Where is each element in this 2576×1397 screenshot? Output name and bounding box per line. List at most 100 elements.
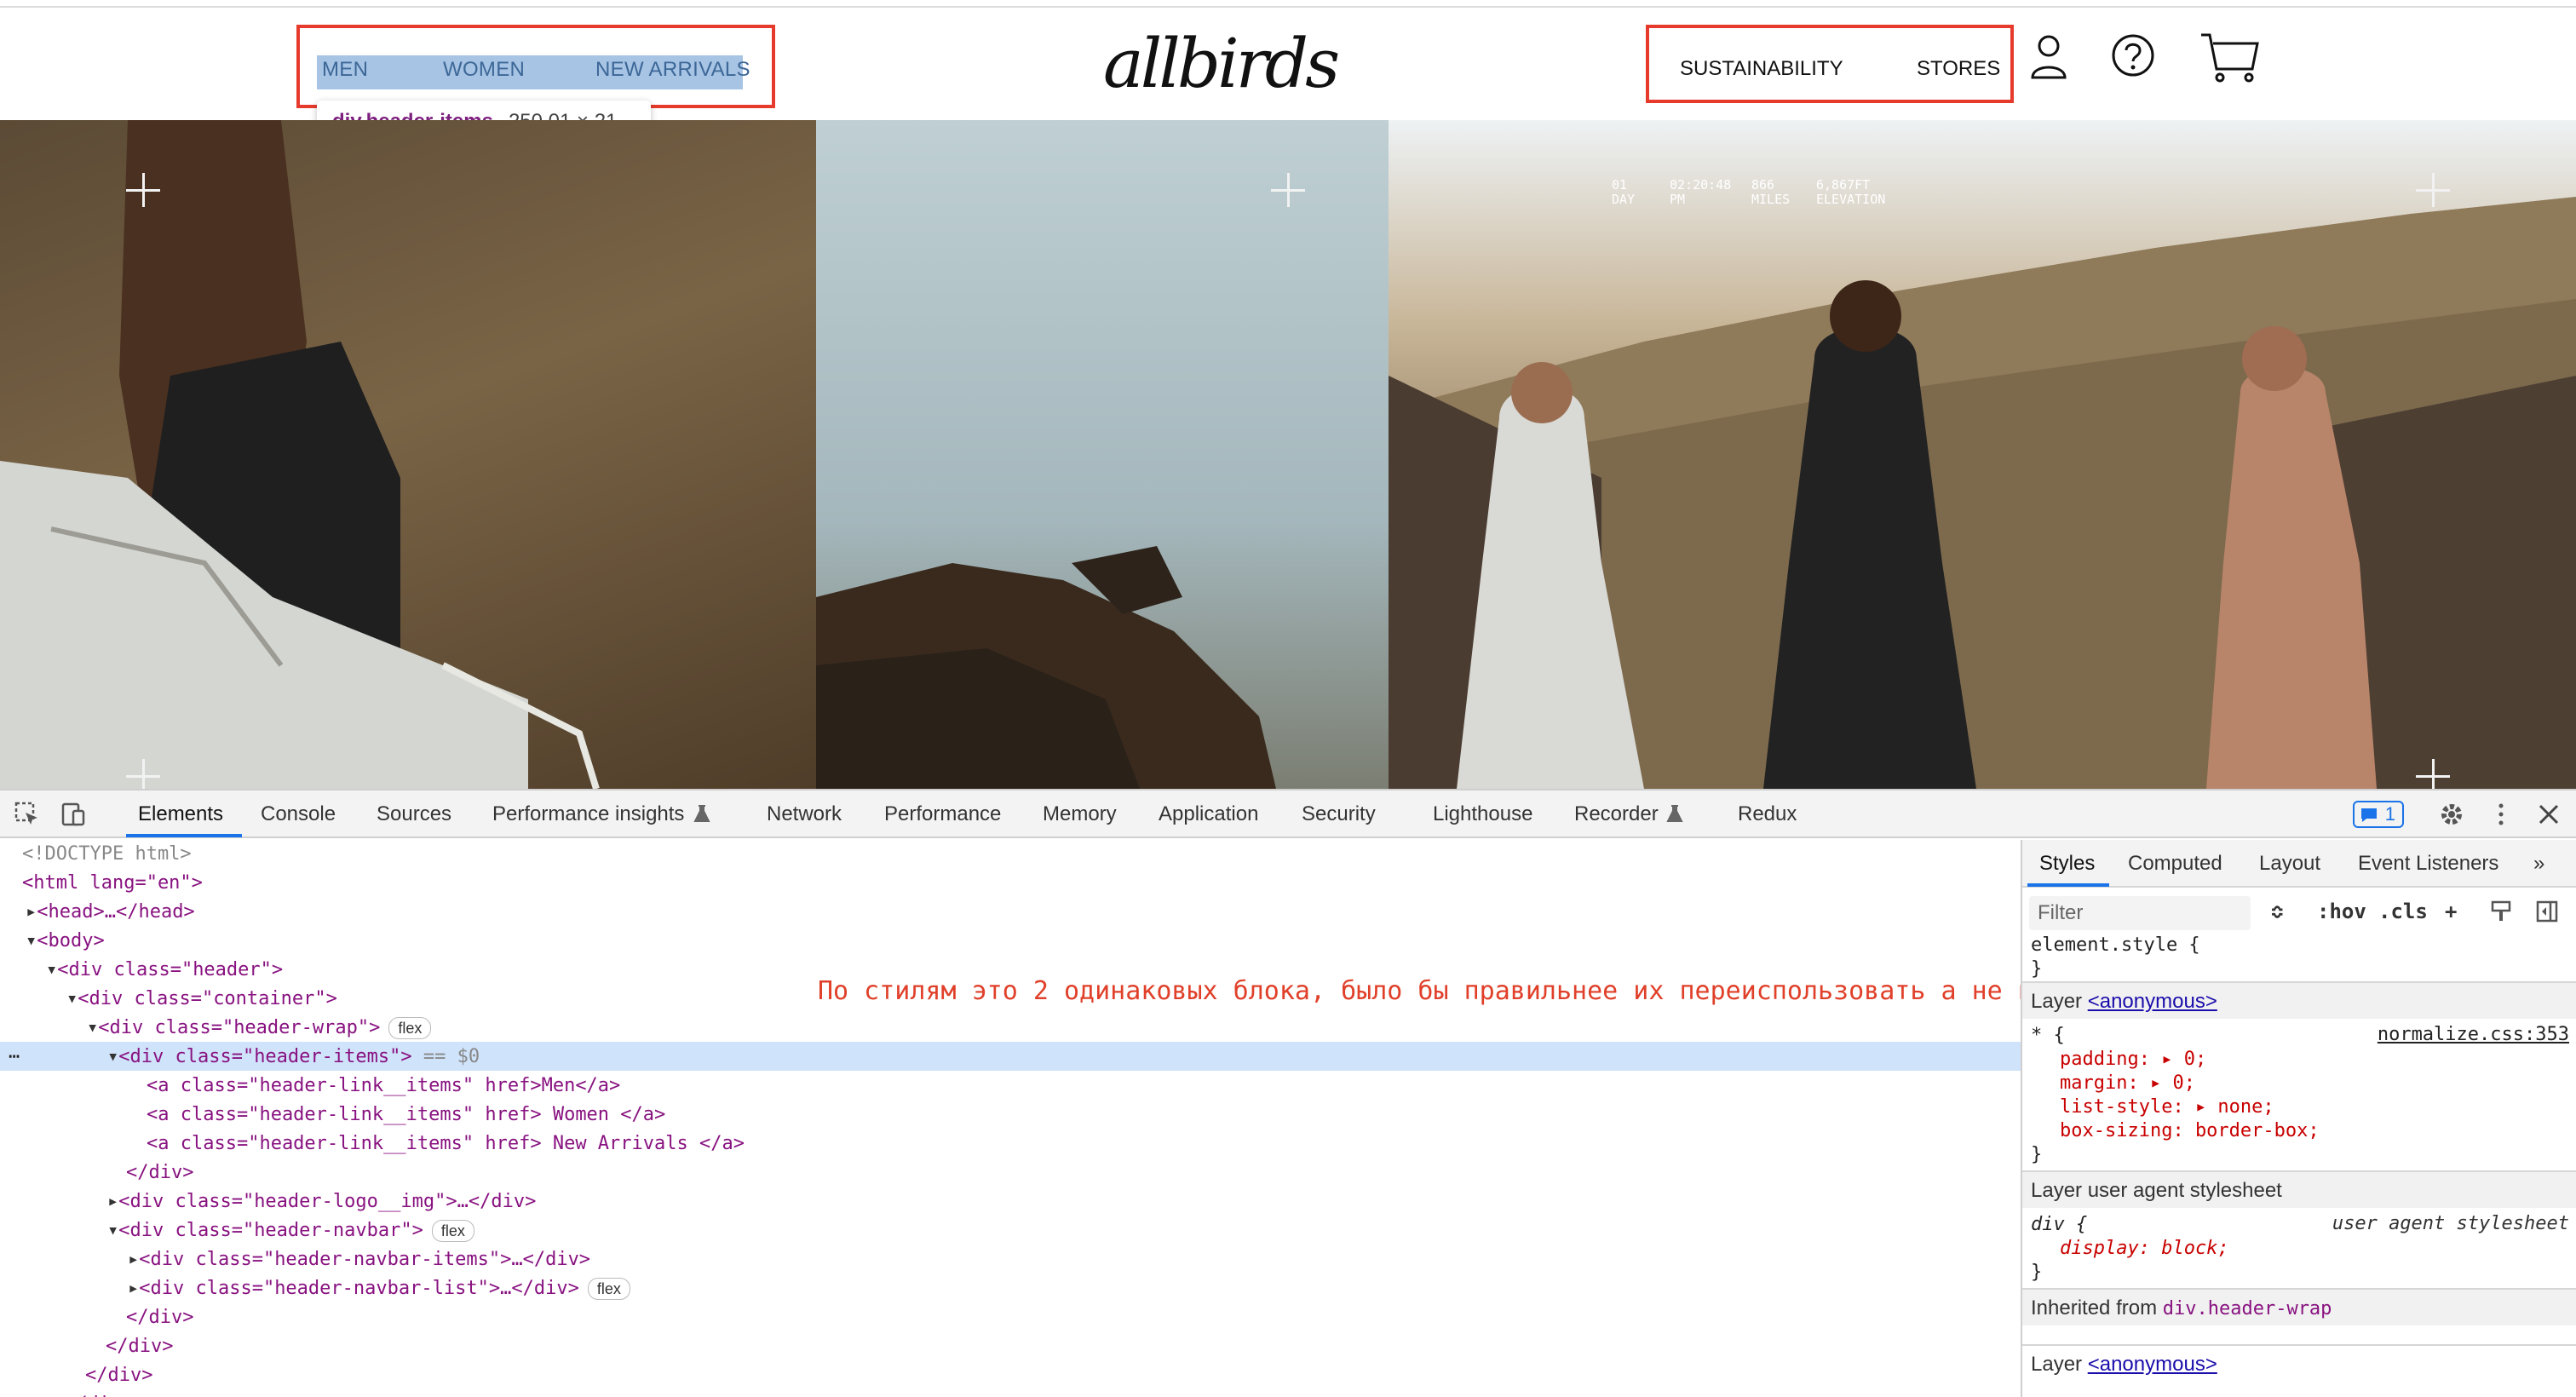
layer-anonymous-link[interactable]: <anonymous> [2088, 990, 2217, 1013]
tab-recorder[interactable]: Recorder [1574, 802, 1659, 826]
dom-row-menu-icon[interactable]: ⋯ [9, 1043, 20, 1072]
flex-badge[interactable]: flex [431, 1220, 474, 1242]
prop-list-style[interactable]: list-style: ▸ none; [2060, 1095, 2274, 1119]
site-logo[interactable]: allbirds [1103, 28, 1340, 105]
expand-arrow-icon[interactable]: ▸ [107, 1191, 118, 1212]
dom-link-new-arrivals[interactable]: <a class="header-link__items" href> New … [147, 1130, 745, 1158]
more-tabs-icon[interactable]: » [2533, 852, 2544, 876]
dom-container-text: <div class="container"> [78, 988, 337, 1009]
styles-filter-input[interactable]: Filter [2029, 896, 2251, 930]
dom-navbar[interactable]: ▾<div class="header-navbar"> flex [107, 1216, 474, 1245]
sidebar-toggle-icon[interactable] [2535, 900, 2559, 923]
tab-console[interactable]: Console [261, 802, 336, 826]
crosshair-mark [2416, 759, 2450, 789]
expand-arrow-icon[interactable]: ▸ [128, 1278, 139, 1299]
hud-day-label: DAY [1612, 192, 1636, 207]
devtools-tabbar: Elements Console Sources Performance ins… [0, 790, 2576, 838]
tab-computed[interactable]: Computed [2128, 852, 2222, 876]
dom-body[interactable]: ▾<body> [26, 927, 105, 956]
dom-header-wrap[interactable]: ▾<div class="header-wrap"> flex [87, 1014, 432, 1043]
active-subtab-indicator [2027, 883, 2109, 887]
dom-close-div[interactable]: </div> [85, 1361, 152, 1390]
tab-elements[interactable]: Elements [138, 802, 223, 826]
cart-icon[interactable] [2199, 32, 2261, 84]
collapse-arrow-icon[interactable]: ▾ [46, 959, 57, 980]
rule-close-brace: } [2031, 1262, 2043, 1283]
toggle-state-icon[interactable]: ≎ [2271, 900, 2283, 923]
inherited-header: Inherited from div.header-wrap [2022, 1288, 2576, 1325]
inspect-element-icon[interactable] [14, 801, 41, 828]
rule-close-brace: } [2031, 958, 2043, 980]
user-icon[interactable] [2029, 33, 2068, 81]
expand-arrow-icon[interactable]: ▸ [128, 1249, 139, 1270]
inherited-selector[interactable]: div.header-wrap [2163, 1298, 2332, 1319]
expand-arrow-icon[interactable]: ▸ [26, 901, 37, 923]
dom-close-div[interactable]: </div> [126, 1303, 193, 1332]
tab-sources[interactable]: Sources [377, 802, 451, 826]
tab-performance[interactable]: Performance [884, 802, 1001, 826]
collapse-arrow-icon[interactable]: ▾ [26, 930, 37, 951]
dom-link-men[interactable]: <a class="header-link__items" href>Men</… [147, 1072, 620, 1101]
collapse-arrow-icon[interactable]: ▾ [66, 988, 78, 1009]
dom-close-div[interactable]: </div> [65, 1390, 132, 1397]
dom-head-text: <head>…</head> [37, 901, 195, 923]
prop-padding[interactable]: padding: ▸ 0; [2060, 1048, 2206, 1072]
browser-viewport: { "site": { "nav_left": ["MEN", "WOMEN",… [0, 0, 2576, 1397]
ua-layer-header: Layer user agent stylesheet [2022, 1170, 2576, 1208]
dom-navbar-list[interactable]: ▸<div class="header-navbar-list">…</div>… [128, 1274, 630, 1303]
normalize-css-link[interactable]: normalize.css:353 [2378, 1024, 2569, 1045]
tab-event-listeners[interactable]: Event Listeners [2358, 852, 2498, 876]
rule-close-brace: } [2031, 1144, 2043, 1165]
element-style-rule[interactable]: element.style {} [2031, 934, 2200, 981]
issues-badge[interactable]: 1 [2353, 801, 2404, 828]
more-options-icon[interactable] [2493, 801, 2510, 828]
flex-badge[interactable]: flex [388, 1017, 432, 1039]
dom-html[interactable]: <html lang="en"> [22, 869, 203, 898]
tab-performance-insights[interactable]: Performance insights [492, 802, 684, 826]
tab-security[interactable]: Security [1302, 802, 1376, 826]
hov-button[interactable]: :hov [2317, 900, 2366, 923]
crosshair-mark [126, 173, 160, 207]
prop-display[interactable]: display: block; [2060, 1237, 2229, 1261]
layer-anonymous-link[interactable]: <anonymous> [2088, 1353, 2217, 1376]
dom-header[interactable]: ▾<div class="header"> [46, 956, 283, 985]
device-toolbar-icon[interactable] [60, 801, 87, 828]
dom-header-items[interactable]: ▾<div class="header-items"> == $0 [107, 1043, 480, 1072]
prop-margin[interactable]: margin: ▸ 0; [2060, 1072, 2195, 1095]
dom-navbar-items[interactable]: ▸<div class="header-navbar-items">…</div… [128, 1245, 590, 1274]
cls-button[interactable]: .cls [2378, 900, 2428, 923]
element-style-selector: element.style { [2031, 934, 2200, 956]
tab-lighthouse[interactable]: Lighthouse [1433, 802, 1532, 826]
dom-doctype[interactable]: <!DOCTYPE html> [22, 840, 192, 869]
dom-logo-img[interactable]: ▸<div class="header-logo__img">…</div> [107, 1187, 536, 1216]
dom-container[interactable]: ▾<div class="container"> [66, 985, 337, 1014]
layer-anonymous-header-2: Layer <anonymous> [2022, 1344, 2576, 1382]
dom-head[interactable]: ▸<head>…</head> [26, 898, 195, 927]
tab-redux[interactable]: Redux [1738, 802, 1797, 826]
prop-box-sizing[interactable]: box-sizing: border-box; [2060, 1119, 2320, 1143]
collapse-arrow-icon[interactable]: ▾ [107, 1220, 118, 1241]
dom-close-div[interactable]: </div> [126, 1158, 193, 1187]
collapse-arrow-icon[interactable]: ▾ [107, 1046, 118, 1067]
collapse-arrow-icon[interactable]: ▾ [87, 1017, 98, 1038]
paint-icon[interactable] [2489, 900, 2513, 923]
tab-memory[interactable]: Memory [1043, 802, 1117, 826]
browser-top-border [0, 0, 2576, 8]
universal-selector: * { [2031, 1025, 2065, 1046]
div-ua-rule[interactable]: div { [2031, 1213, 2087, 1237]
dom-close-div[interactable]: </div> [106, 1332, 173, 1361]
tab-application[interactable]: Application [1159, 802, 1258, 826]
tab-layout[interactable]: Layout [2259, 852, 2320, 876]
gear-icon[interactable] [2438, 801, 2465, 828]
tab-styles[interactable]: Styles [2039, 852, 2095, 876]
close-icon[interactable] [2537, 802, 2561, 826]
new-rule-icon[interactable]: + [2445, 900, 2457, 923]
dom-link-women[interactable]: <a class="header-link__items" href> Wome… [147, 1101, 665, 1130]
tab-network[interactable]: Network [767, 802, 842, 826]
help-icon[interactable] [2111, 33, 2155, 78]
universal-rule[interactable]: * { [2031, 1024, 2065, 1048]
hero-banner: 01 DAY 02:20:48 PM 866 MILES 6,867FT ELEVATI… [0, 120, 2576, 789]
hud-miles-label: MILES [1751, 192, 1791, 207]
dom-logo-img-text: <div class="header-logo__img">…</div> [118, 1191, 537, 1212]
flex-badge[interactable]: flex [587, 1278, 630, 1300]
